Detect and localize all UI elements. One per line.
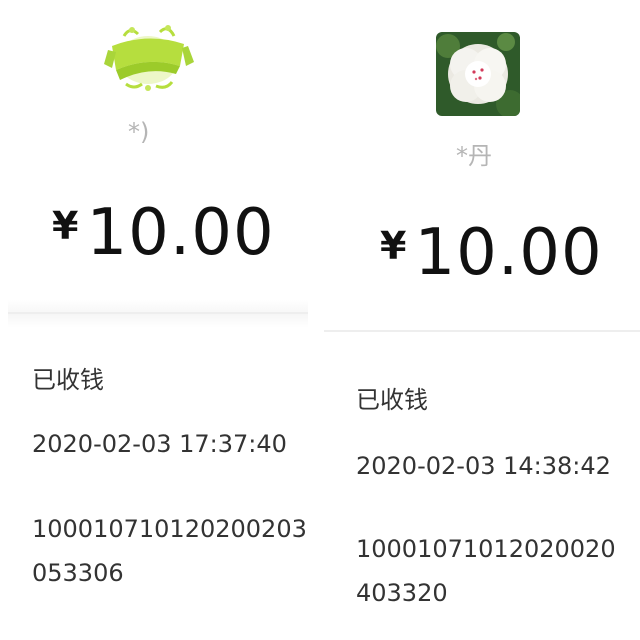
amount-value: 10.00 (414, 216, 603, 290)
section-divider (8, 312, 308, 314)
amount-value: 10.00 (86, 196, 275, 270)
payment-time: 2020-02-03 14:38:42 (356, 452, 611, 480)
payment-time: 2020-02-03 17:37:40 (32, 430, 287, 458)
section-divider (324, 330, 640, 332)
payer-name: *丹 (456, 142, 492, 170)
order-number-line-2: 403320 (356, 579, 448, 607)
order-number-line-2: 053306 (32, 559, 124, 587)
receipt-right: *丹 ¥10.00 已收钱 2020-02-03 14:38:42 100010… (324, 0, 640, 640)
order-number: 10001071012020020 403320 (356, 527, 638, 615)
green-ribbon-emblem-icon (102, 22, 194, 94)
receipt-left: *) ¥10.00 已收钱 2020-02-03 17:37:40 100010… (0, 0, 318, 640)
section-divider-shadow (8, 300, 308, 328)
order-number: 100010710120200203 053306 (32, 507, 322, 595)
payment-status: 已收钱 (356, 386, 428, 414)
white-peony-flower-icon (436, 32, 520, 116)
payer-name: *) (128, 118, 150, 146)
currency-symbol: ¥ (380, 224, 407, 268)
amount: ¥10.00 (52, 196, 275, 270)
amount: ¥10.00 (380, 216, 603, 290)
currency-symbol: ¥ (52, 204, 79, 248)
payment-status: 已收钱 (32, 366, 104, 394)
order-number-line-1: 100010710120200203 (32, 515, 307, 543)
order-number-line-1: 10001071012020020 (356, 535, 616, 563)
